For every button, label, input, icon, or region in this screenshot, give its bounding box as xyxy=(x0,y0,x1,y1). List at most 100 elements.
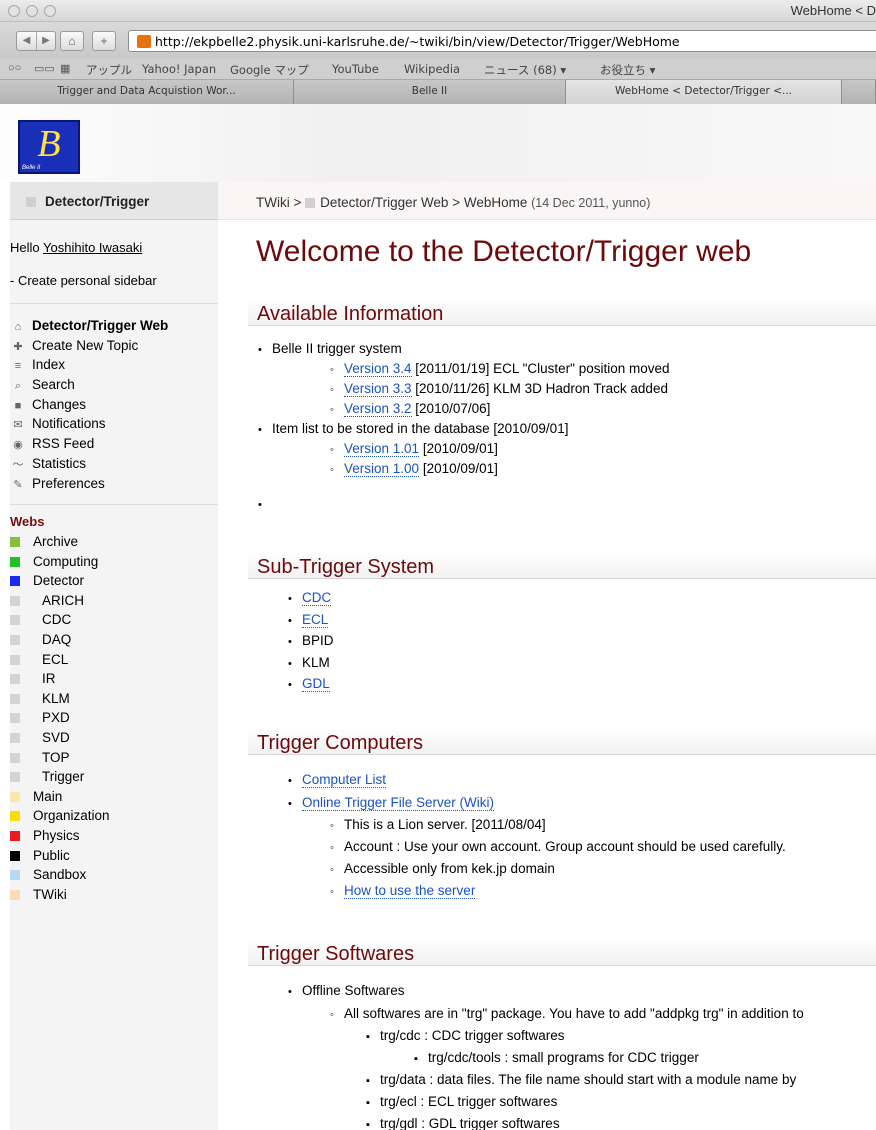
item-list-label: Item list to be stored in the database [… xyxy=(272,421,569,436)
web-item-pxd[interactable]: PXD xyxy=(10,708,218,728)
how-to-use-server-link[interactable]: How to use the server xyxy=(344,883,476,899)
computer-list-link[interactable]: Computer List xyxy=(302,772,387,788)
bookmarks-book-icon[interactable]: ▭▭ xyxy=(34,62,55,75)
bookmark-wikipedia[interactable]: Wikipedia xyxy=(404,62,460,76)
web-item-detector[interactable]: Detector xyxy=(10,571,218,591)
sidebar-item-preferences[interactable]: ✎ Preferences xyxy=(10,474,218,494)
web-color-icon xyxy=(10,556,20,567)
sidebar-item-statistics[interactable]: 〜 Statistics xyxy=(10,454,218,474)
bookmark-youtube[interactable]: YouTube xyxy=(332,62,379,76)
web-item-main[interactable]: Main xyxy=(10,787,218,807)
sidebar-item-notifications[interactable]: ✉ Notifications xyxy=(10,414,218,434)
list-item: ◦ All softwares are in "trg" package. You… xyxy=(330,1006,804,1021)
sidebar-item-index[interactable]: ≡ Index xyxy=(10,355,218,375)
web-item-label: Computing xyxy=(33,553,99,569)
version-3-4-link[interactable]: Version 3.4 xyxy=(344,361,412,377)
address-bar[interactable]: http://ekpbelle2.physik.uni-karlsruhe.de… xyxy=(128,30,876,52)
web-item-ecl[interactable]: ECL xyxy=(10,650,218,670)
web-item-twiki[interactable]: TWiki xyxy=(10,885,218,905)
web-item-ir[interactable]: IR xyxy=(10,669,218,689)
tab-overflow[interactable] xyxy=(842,80,876,104)
bookmark-apple[interactable]: アップル xyxy=(86,62,132,78)
sidebar-item-create-new-topic[interactable]: ✚ Create New Topic xyxy=(10,336,218,356)
web-item-daq[interactable]: DAQ xyxy=(10,630,218,650)
sidebar-title[interactable]: Detector/Trigger xyxy=(26,194,149,209)
sidebar-menu: ⌂ Detector/Trigger Web ✚ Create New Topic ≡ I… xyxy=(10,316,218,493)
version-3-2-link[interactable]: Version 3.2 xyxy=(344,401,412,417)
web-item-arich[interactable]: ARICH xyxy=(10,591,218,611)
sidebar-item-label: Changes xyxy=(32,396,87,412)
web-item-klm[interactable]: KLM xyxy=(10,689,218,709)
minimize-window-button[interactable] xyxy=(26,5,38,17)
version-1-00-link[interactable]: Version 1.00 xyxy=(344,461,420,477)
sidebar-item-detector-trigger-web[interactable]: ⌂ Detector/Trigger Web xyxy=(10,316,218,336)
software-item: trg/gdl : GDL trigger softwares xyxy=(380,1116,560,1130)
zoom-window-button[interactable] xyxy=(44,5,56,17)
add-bookmark-button[interactable]: + xyxy=(92,31,116,51)
close-window-button[interactable] xyxy=(8,5,20,17)
web-item-sandbox[interactable]: Sandbox xyxy=(10,865,218,885)
webs-heading: Webs xyxy=(10,514,45,529)
sidebar-item-label: Index xyxy=(32,357,66,373)
sidebar-item-changes[interactable]: ■ Changes xyxy=(10,395,218,415)
tab-webhome[interactable]: WebHome < Detector/Trigger <... xyxy=(566,80,842,104)
web-item-computing[interactable]: Computing xyxy=(10,552,218,572)
web-color-icon xyxy=(10,576,20,587)
back-icon[interactable]: ◀ xyxy=(17,32,36,50)
breadcrumb-topic[interactable]: WebHome xyxy=(464,195,528,210)
web-item-svd[interactable]: SVD xyxy=(10,728,218,748)
heading-available-information: Available Information xyxy=(248,298,876,326)
web-item-label: KLM xyxy=(42,690,70,706)
forward-icon[interactable]: ▶ xyxy=(36,32,55,50)
web-color-icon xyxy=(10,537,20,547)
version-note: [2010/09/01] xyxy=(419,441,498,456)
file-server-link[interactable]: Online Trigger File Server (Wiki) xyxy=(302,795,495,811)
left-sidebar: Detector/Trigger Hello Yoshihito Iwasaki… xyxy=(10,182,218,1130)
breadcrumb-twiki[interactable]: TWiki xyxy=(256,195,290,210)
sidebar-header: Detector/Trigger xyxy=(10,182,218,220)
sub-trigger-ecl-link[interactable]: ECL xyxy=(302,611,329,628)
web-item-top[interactable]: TOP xyxy=(10,748,218,768)
bookmark-yahoo[interactable]: Yahoo! Japan xyxy=(142,62,216,76)
sidebar-item-search[interactable]: ⌕ Search xyxy=(10,375,218,395)
breadcrumb: TWiki > Detector/Trigger Web > WebHome (… xyxy=(256,195,650,210)
web-item-trigger[interactable]: Trigger xyxy=(10,767,218,787)
web-item-archive[interactable]: Archive xyxy=(10,532,218,552)
sidebar-item-rss-feed[interactable]: ◉ RSS Feed xyxy=(10,434,218,454)
belle-trigger-label: Belle II trigger system xyxy=(272,341,402,356)
bookmark-google-maps[interactable]: Google マップ xyxy=(230,62,309,78)
reading-list-icon[interactable]: ○○ xyxy=(8,62,21,74)
web-color-icon xyxy=(10,870,20,881)
list-item: ▪ trg/data : data files. The file name sh… xyxy=(366,1072,797,1087)
breadcrumb-web[interactable]: Detector/Trigger Web xyxy=(320,195,448,210)
list-item: • Online Trigger File Server (Wiki) xyxy=(288,795,495,811)
hello-prefix: Hello xyxy=(10,240,44,255)
web-item-organization[interactable]: Organization xyxy=(10,806,218,826)
web-item-label: Public xyxy=(33,847,70,863)
web-item-physics[interactable]: Physics xyxy=(10,826,218,846)
web-item-label: Physics xyxy=(33,827,80,843)
bookmark-news[interactable]: ニュース (68) ▾ xyxy=(484,62,566,78)
version-1-01-link[interactable]: Version 1.01 xyxy=(344,441,420,457)
version-3-3-link[interactable]: Version 3.3 xyxy=(344,381,412,397)
url-text[interactable]: http://ekpbelle2.physik.uni-karlsruhe.de… xyxy=(155,34,680,49)
home-button[interactable]: ⌂ xyxy=(60,31,84,51)
sub-trigger-cdc-link[interactable]: CDC xyxy=(302,590,332,606)
user-link[interactable]: Yoshihito Iwasaki xyxy=(43,240,142,255)
create-sidebar-link[interactable]: - Create personal sidebar xyxy=(10,273,157,288)
tab-trigger-daq[interactable]: Trigger and Data Acquistion Wor... xyxy=(0,80,294,104)
tab-belle2[interactable]: Belle II xyxy=(294,80,566,104)
bookmark-useful[interactable]: お役立ち ▾ xyxy=(600,62,655,78)
browser-window: WebHome < D ◀ ▶ ⌂ + http://ekpbelle2.phy… xyxy=(0,0,876,1130)
web-item-label: TWiki xyxy=(33,886,67,902)
top-sites-icon[interactable]: ▦ xyxy=(60,62,70,75)
web-color-icon xyxy=(10,674,20,685)
list-item: ◦ This is a Lion server. [2011/08/04] xyxy=(330,817,546,832)
web-item-public[interactable]: Public xyxy=(10,846,218,866)
sub-trigger-gdl-link[interactable]: GDL xyxy=(302,676,330,692)
main-content: Welcome to the Detector/Trigger web Avai… xyxy=(218,220,876,1130)
web-item-cdc[interactable]: CDC xyxy=(10,610,218,630)
web-item-label: ECL xyxy=(42,651,69,667)
breadcrumb-bar: TWiki > Detector/Trigger Web > WebHome (… xyxy=(218,182,876,220)
web-color-icon xyxy=(305,198,316,208)
